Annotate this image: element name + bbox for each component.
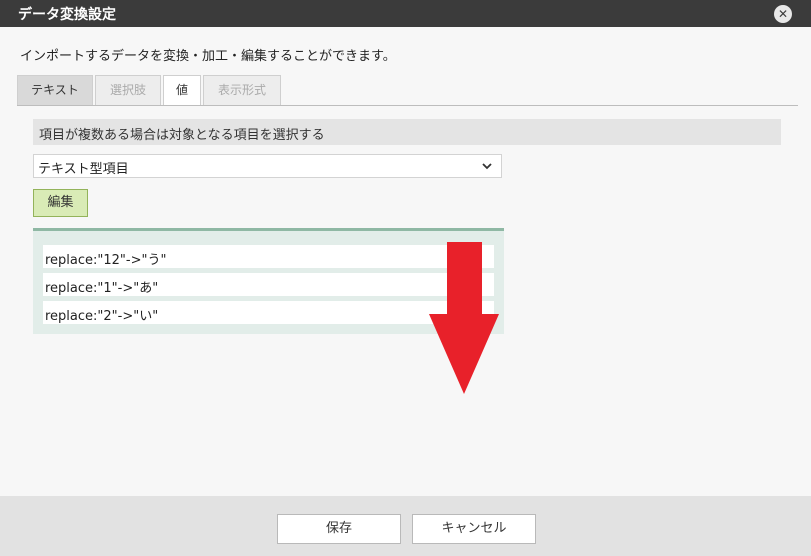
save-button[interactable]: 保存 <box>277 514 401 544</box>
dialog-description: インポートするデータを変換・加工・編集することができます。 <box>20 49 396 64</box>
dialog-content: インポートするデータを変換・加工・編集することができます。 テキスト 選択肢 値… <box>0 27 811 496</box>
dialog-title: データ変換設定 <box>18 7 116 23</box>
rule-text: replace:"12"->"う" <box>45 253 167 268</box>
close-icon[interactable]: ✕ <box>774 5 792 23</box>
tab-value[interactable]: 値 <box>163 75 201 106</box>
edit-button[interactable]: 編集 <box>33 189 88 217</box>
tab-divider <box>17 105 798 106</box>
tab-choices: 選択肢 <box>95 75 161 105</box>
hint-bar: 項目が複数ある場合は対象となる項目を選択する <box>33 119 781 145</box>
cancel-button[interactable]: キャンセル <box>412 514 536 544</box>
rule-item[interactable]: replace:"12"->"う" <box>43 245 494 268</box>
chevron-down-icon <box>482 163 492 170</box>
field-select-value: テキスト型項目 <box>38 162 129 177</box>
rule-item[interactable]: replace:"1"->"あ" <box>43 273 494 296</box>
dialog-titlebar: データ変換設定 ✕ <box>0 0 811 27</box>
rule-item[interactable]: replace:"2"->"い" <box>43 301 494 324</box>
hint-text: 項目が複数ある場合は対象となる項目を選択する <box>39 128 325 143</box>
red-down-arrow-icon <box>429 242 499 394</box>
rule-text: replace:"2"->"い" <box>45 309 159 324</box>
field-select[interactable]: テキスト型項目 <box>33 154 502 178</box>
tab-text[interactable]: テキスト <box>17 75 93 105</box>
rule-text: replace:"1"->"あ" <box>45 281 159 296</box>
tab-display-format: 表示形式 <box>203 75 281 105</box>
dialog-footer: 保存 キャンセル <box>0 496 811 556</box>
